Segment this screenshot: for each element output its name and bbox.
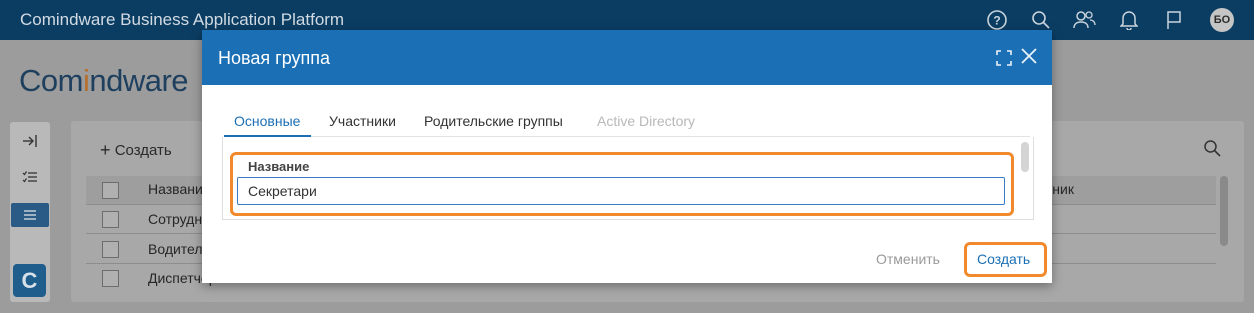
tab-parent-groups[interactable]: Родительские группы — [424, 113, 563, 129]
users-icon[interactable] — [1071, 9, 1097, 31]
expand-icon[interactable] — [996, 50, 1012, 66]
table-scrollbar[interactable] — [1220, 176, 1228, 246]
svg-text:?: ? — [993, 14, 1000, 28]
background-search-icon[interactable] — [1203, 139, 1221, 162]
create-button[interactable]: Создать — [977, 251, 1030, 267]
name-field-label: Название — [248, 159, 310, 174]
tab-active-directory: Active Directory — [597, 113, 696, 129]
collapse-panel-icon[interactable] — [10, 127, 50, 155]
flag-icon[interactable] — [1163, 9, 1185, 31]
app-title: Comindware Business Application Platform — [20, 10, 345, 29]
cancel-button[interactable]: Отменить — [876, 251, 940, 267]
company-logo: Comindware — [19, 63, 189, 98]
name-field-input[interactable] — [237, 177, 1005, 205]
select-all-checkbox[interactable] — [102, 182, 119, 199]
tab-main[interactable]: Основные — [234, 113, 300, 129]
table-row[interactable]: Водител — [148, 241, 203, 257]
row-checkbox[interactable] — [102, 270, 119, 287]
row-checkbox[interactable] — [102, 211, 119, 228]
tab-members[interactable]: Участники — [329, 113, 396, 129]
form-scrollbar[interactable] — [1021, 142, 1029, 172]
row-checkbox[interactable] — [102, 241, 119, 258]
help-icon[interactable]: ? — [986, 9, 1008, 31]
background-create-button[interactable]: + Создать — [100, 140, 172, 161]
column-header-name[interactable]: Названи — [148, 181, 203, 197]
bell-icon[interactable] — [1118, 9, 1140, 31]
close-icon[interactable] — [1019, 47, 1039, 67]
list-view-icon[interactable] — [11, 203, 49, 227]
dialog-title: Новая группа — [218, 48, 331, 68]
app-badge-icon[interactable]: C — [13, 264, 46, 297]
search-icon[interactable] — [1030, 9, 1052, 31]
table-row[interactable]: Сотрудн — [148, 211, 202, 227]
checklist-icon[interactable] — [10, 163, 50, 191]
user-avatar[interactable]: БО — [1210, 8, 1234, 32]
new-group-dialog: Новая группа Основные Участники Родитель… — [202, 30, 1052, 283]
